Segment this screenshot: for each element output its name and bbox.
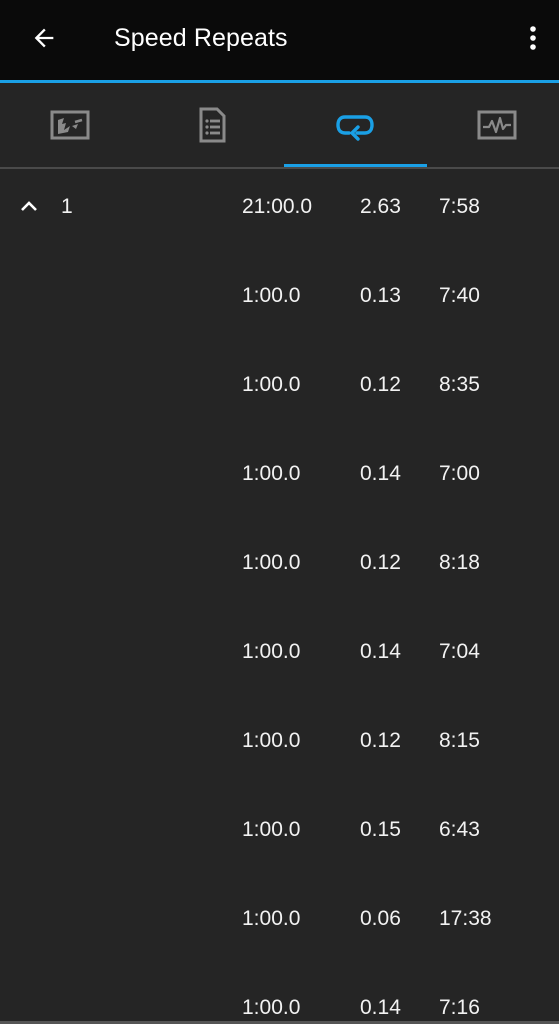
lap-time: 1:00.0 bbox=[242, 551, 301, 574]
lap-time: 1:00.0 bbox=[242, 818, 301, 841]
lap-pace: 17:38 bbox=[439, 907, 492, 930]
list-item[interactable]: 1:00.0 0.14 7:00 bbox=[0, 436, 559, 525]
list-item[interactable]: 1:00.0 0.14 7:16 bbox=[0, 970, 559, 1024]
lap-pace: 6:43 bbox=[439, 818, 480, 841]
list-item[interactable]: 1:00.0 0.12 8:15 bbox=[0, 703, 559, 792]
lap-group-time: 21:00.0 bbox=[242, 195, 313, 218]
lap-distance: 0.14 bbox=[360, 640, 401, 663]
app-bar: Speed Repeats bbox=[0, 0, 559, 80]
more-vert-icon bbox=[530, 26, 536, 50]
tab-laps[interactable] bbox=[285, 83, 425, 167]
lap-time: 1:00.0 bbox=[242, 640, 301, 663]
list-item[interactable]: 1:00.0 0.06 17:38 bbox=[0, 881, 559, 970]
laps-loop-icon bbox=[336, 115, 374, 141]
lap-distance: 0.12 bbox=[360, 373, 401, 396]
lap-distance: 0.12 bbox=[360, 551, 401, 574]
lap-time: 1:00.0 bbox=[242, 462, 301, 485]
list-item[interactable]: 1:00.0 0.12 8:35 bbox=[0, 347, 559, 436]
chart-map-icon bbox=[50, 110, 90, 140]
lap-time: 1:00.0 bbox=[242, 284, 301, 307]
lap-time: 1:00.0 bbox=[242, 729, 301, 752]
chevron-up-icon bbox=[21, 201, 37, 211]
lap-group-number: 1 bbox=[61, 195, 73, 218]
list-item[interactable]: 1:00.0 0.13 7:40 bbox=[0, 258, 559, 347]
lap-distance: 0.15 bbox=[360, 818, 401, 841]
lap-distance: 0.12 bbox=[360, 729, 401, 752]
lap-group-distance: 2.63 bbox=[360, 195, 401, 218]
lap-group-pace: 7:58 bbox=[439, 195, 480, 218]
lap-distance: 0.14 bbox=[360, 462, 401, 485]
lap-pace: 8:18 bbox=[439, 551, 480, 574]
more-options-button[interactable] bbox=[518, 18, 548, 58]
lap-distance: 0.14 bbox=[360, 996, 401, 1019]
lap-pace: 7:04 bbox=[439, 640, 480, 663]
list-item[interactable]: 1:00.0 0.15 6:43 bbox=[0, 792, 559, 881]
lap-distance: 0.13 bbox=[360, 284, 401, 307]
lap-pace: 8:15 bbox=[439, 729, 480, 752]
list-item[interactable]: 1:00.0 0.12 8:18 bbox=[0, 525, 559, 614]
document-list-icon bbox=[199, 107, 226, 143]
tab-details-list[interactable] bbox=[142, 83, 282, 167]
arrow-left-icon bbox=[34, 28, 54, 48]
page-title: Speed Repeats bbox=[114, 24, 288, 52]
lap-time: 1:00.0 bbox=[242, 373, 301, 396]
collapse-button[interactable] bbox=[16, 193, 42, 219]
lap-time: 1:00.0 bbox=[242, 996, 301, 1019]
tab-bar bbox=[0, 83, 559, 167]
lap-pace: 7:00 bbox=[439, 462, 480, 485]
activity-graph-icon bbox=[477, 110, 517, 140]
lap-time: 1:00.0 bbox=[242, 907, 301, 930]
laps-list: 1 21:00.0 2.63 7:58 1:00.0 0.13 7:40 1:0… bbox=[0, 169, 559, 1024]
list-item[interactable]: 1:00.0 0.14 7:04 bbox=[0, 614, 559, 703]
lap-pace: 7:40 bbox=[439, 284, 480, 307]
tab-activity-graph[interactable] bbox=[427, 83, 559, 167]
back-button[interactable] bbox=[24, 18, 64, 58]
lap-group-row[interactable]: 1 21:00.0 2.63 7:58 bbox=[0, 169, 559, 258]
lap-pace: 7:16 bbox=[439, 996, 480, 1019]
tab-overview-chart[interactable] bbox=[0, 83, 140, 167]
lap-pace: 8:35 bbox=[439, 373, 480, 396]
lap-distance: 0.06 bbox=[360, 907, 401, 930]
